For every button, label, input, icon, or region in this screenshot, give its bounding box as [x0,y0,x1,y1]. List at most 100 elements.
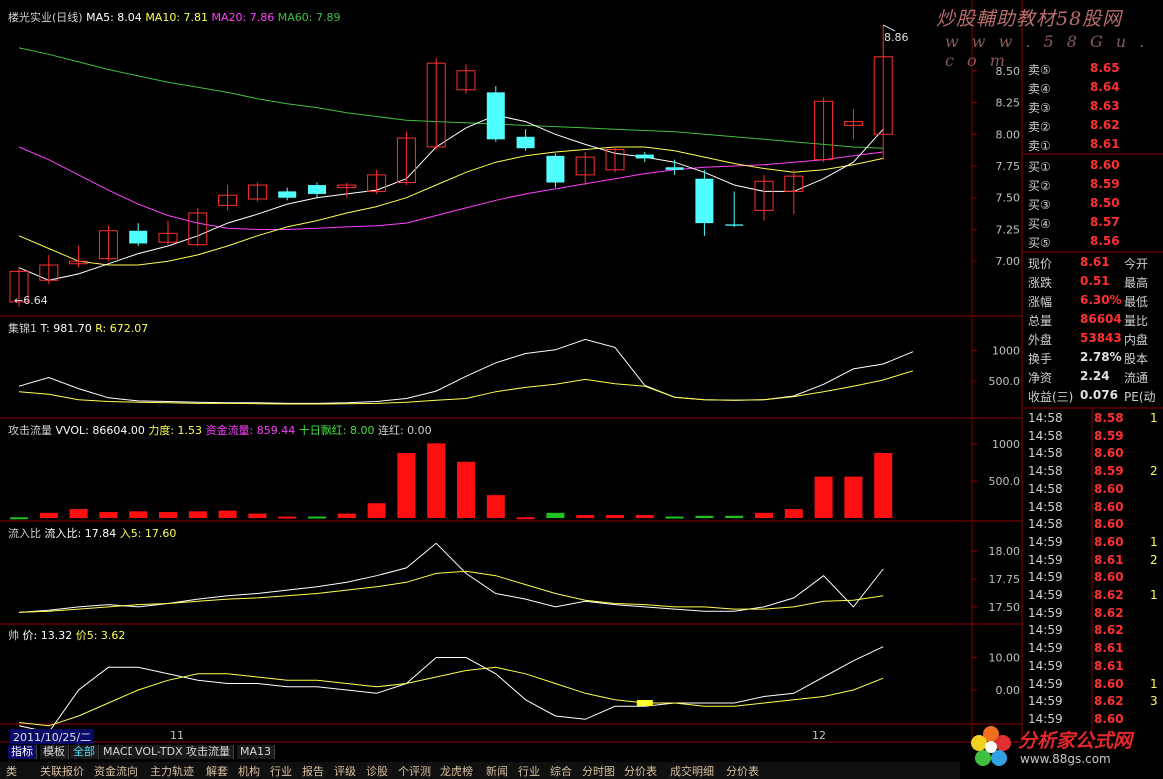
quote-right-label: 股本 [1124,352,1149,366]
chart-canvas[interactable]: 8.50 8.25 8.00 7.75 7.50 7.25 7.00 1000 500.0 100… [0,0,1163,779]
candle-body [308,185,326,194]
y-tick-label: 17.75 [989,573,1021,586]
x-axis-date-label: 2011/10/25/二 [10,729,95,745]
bottom-bar-item[interactable]: 分时图 [582,763,615,779]
candle-body [635,154,654,159]
quote-label: 涨幅 [1028,295,1053,309]
bottom-bar-item[interactable]: 个评测 [398,763,431,779]
indicator-1-legend: 集锦1 T: 981.70 R: 672.07 [8,320,148,336]
ma5-line [18,114,884,281]
bottom-bar-item[interactable]: 综合 [550,763,572,779]
tab-ma13[interactable]: MA13 [237,745,276,759]
buy-level-price: 8.56 [1090,234,1120,248]
quote-value: 6.30% [1080,293,1122,307]
bottom-bar-item[interactable]: 关联报价 [40,763,84,779]
indicator-2-title: 攻击流量 [8,424,52,437]
price-panel [9,24,896,307]
volume-bar [248,513,267,518]
bottom-bar-item[interactable]: 解套 [206,763,228,779]
volume-bar [814,476,833,518]
indicator-inflow-panel [18,542,884,613]
tick-time: 14:59 [1028,588,1063,602]
quote-value: 53843 [1080,331,1122,345]
volume-bar [39,512,58,518]
volume-bar [516,517,535,520]
volume-bar [10,517,28,520]
tick-time: 14:59 [1028,552,1063,567]
tick-time: 14:58 [1028,499,1063,514]
ma10-legend: MA10: 7.81 [145,11,209,24]
flower-logo-icon [971,726,1011,766]
candle-body [725,224,744,226]
volume-bar [218,510,237,518]
tab-vol-tdx[interactable]: VOL-TDX [132,745,187,759]
tick-time: 14:59 [1028,658,1063,673]
y-tick-label: 7.75 [996,160,1021,173]
indicator-3-in5: 入5: 17.60 [119,527,177,540]
tab-attack-volume[interactable]: 攻击流量 [183,745,234,759]
tick-time: 14:58 [1028,464,1063,479]
tick-price: 8.60 [1094,446,1124,461]
bottom-bar-item[interactable]: 成交明细 [670,763,714,779]
sell-level-price: 8.64 [1090,80,1120,94]
tick-volume: 2 [1150,552,1158,567]
volume-bar [427,443,446,518]
tab-template[interactable]: 模板 [40,745,69,759]
tick-time: 14:59 [1028,641,1063,656]
tab-all[interactable]: 全部 [70,745,99,759]
quote-label: 换手 [1028,352,1053,366]
sell-level-label: 卖③ [1028,101,1051,115]
volume-bar [755,512,773,518]
tick-volume: 3 [1150,694,1158,709]
bottom-bar-item[interactable]: 新闻 [486,763,508,779]
y-tick-label: 1000 [992,438,1020,451]
sell-level-label: 卖① [1028,139,1051,153]
buy-level-price: 8.50 [1090,196,1120,210]
volume-bar [486,495,505,518]
volume-bar [188,511,207,518]
buy-level-label: 买④ [1028,217,1051,231]
bottom-bar-item[interactable]: 行业 [270,763,292,779]
quote-value: 0.51 [1080,274,1110,288]
bottom-bar-item[interactable]: 行业 [518,763,540,779]
indicator-3-legend: 流入比 流入比: 17.84 入5: 17.60 [8,525,176,541]
bottom-bar-item[interactable]: 评级 [334,763,356,779]
quote-value: 8.61 [1080,255,1110,269]
volume-bar [665,516,684,519]
bottom-bar-item[interactable]: 资金流向 [94,763,138,779]
bottom-bar-item[interactable]: 类 [6,763,17,779]
indicator-shuai-panel [18,646,884,733]
buy-level-price: 8.59 [1090,177,1120,191]
ma5-legend: MA5: 8.04 [86,11,142,24]
bottom-bar-item[interactable]: 分价表 [624,763,657,779]
tick-price: 8.60 [1094,481,1124,496]
shuai-highlight-mark [636,700,653,706]
tick-volume: 2 [1150,464,1158,479]
quote-label: 总量 [1028,314,1053,328]
quote-right-label: 内盘 [1124,333,1149,347]
bottom-bar-item[interactable]: 诊股 [366,763,388,779]
tick-price: 8.62 [1094,605,1124,620]
bottom-bar-item[interactable]: 报告 [302,763,324,779]
sell-level-label: 卖④ [1028,82,1051,96]
volume-bar [546,512,565,518]
bottom-bar-item[interactable]: 机构 [238,763,260,779]
sell-level-price: 8.62 [1090,118,1120,132]
tab-indicator[interactable]: 指标 [8,745,37,759]
bottom-bar-item[interactable]: 分价表 [726,763,759,779]
indicator-2-streak: 连红: 0.00 [377,424,432,437]
y-tick-label: 8.25 [996,97,1021,110]
volume-bar [874,452,893,518]
tick-volume: 1 [1150,534,1158,549]
quote-right-label: 最高 [1124,276,1149,290]
tick-price: 8.60 [1094,517,1124,532]
sell-level-price: 8.61 [1090,137,1120,151]
buy-level-price: 8.60 [1090,158,1120,172]
bottom-bar-item[interactable]: 龙虎榜 [440,763,473,779]
quote-value: 2.24 [1080,369,1110,383]
quote-label: 净资 [1028,371,1053,385]
tick-price: 8.61 [1094,658,1124,673]
y-tick-label: 7.00 [996,255,1021,268]
bottom-bar-item[interactable]: 主力轨迹 [150,763,194,779]
tick-price: 8.59 [1094,428,1124,443]
